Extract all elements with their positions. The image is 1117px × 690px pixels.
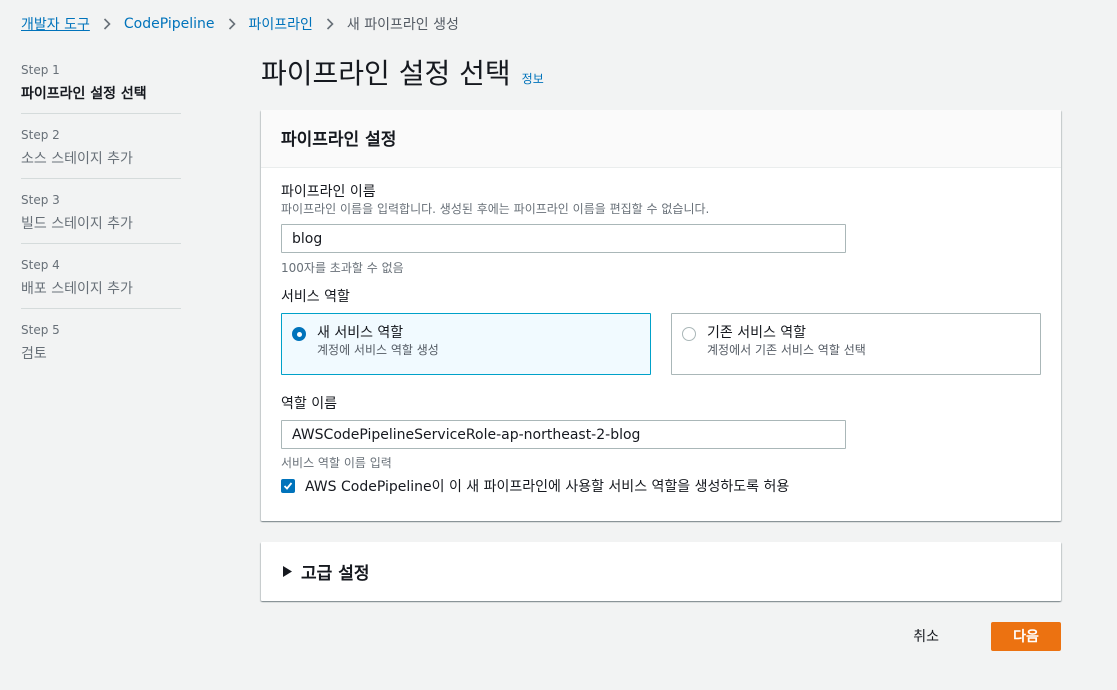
allow-create-role-row: AWS CodePipeline이 이 새 파이프라인에 사용할 서비스 역할을…	[281, 476, 1041, 496]
existing-service-role-tile[interactable]: 기존 서비스 역할 계정에서 기존 서비스 역할 선택	[671, 313, 1041, 375]
step-3: Step 3 빌드 스테이지 추가	[21, 190, 181, 244]
step-label: 배포 스테이지 추가	[21, 281, 133, 297]
info-link[interactable]: 정보	[522, 70, 544, 87]
step-number: Step 2	[21, 128, 60, 142]
step-4: Step 4 배포 스테이지 추가	[21, 255, 181, 309]
new-service-role-tile[interactable]: 새 서비스 역할 계정에 서비스 역할 생성	[281, 313, 651, 375]
step-1: Step 1 파이프라인 설정 선택	[21, 60, 181, 114]
pipeline-name-description: 파이프라인 이름을 입력합니다. 생성된 후에는 파이프라인 이름을 편집할 수…	[281, 202, 710, 216]
allow-create-role-label: AWS CodePipeline이 이 새 파이프라인에 사용할 서비스 역할을…	[305, 479, 790, 495]
step-number: Step 1	[21, 63, 60, 77]
new-role-title: 새 서비스 역할	[317, 325, 404, 341]
existing-role-title: 기존 서비스 역할	[707, 325, 807, 341]
wizard-steps: Step 1 파이프라인 설정 선택 Step 2 소스 스테이지 추가 Ste…	[21, 60, 181, 384]
step-2: Step 2 소스 스테이지 추가	[21, 125, 181, 179]
breadcrumb: 개발자 도구 CodePipeline 파이프라인 새 파이프라인 생성	[21, 14, 459, 34]
pipeline-settings-panel: 파이프라인 설정 파이프라인 이름 파이프라인 이름을 입력합니다. 생성된 후…	[261, 110, 1061, 521]
existing-role-description: 계정에서 기존 서비스 역할 선택	[707, 343, 866, 357]
step-5: Step 5 검토	[21, 320, 181, 373]
breadcrumb-developer-tools[interactable]: 개발자 도구	[21, 14, 90, 34]
step-number: Step 3	[21, 193, 60, 207]
allow-create-role-checkbox[interactable]	[281, 479, 295, 493]
breadcrumb-codepipeline[interactable]: CodePipeline	[124, 16, 215, 32]
role-name-input[interactable]	[281, 420, 846, 449]
advanced-settings-label: 고급 설정	[301, 564, 370, 584]
pipeline-name-constraint: 100자를 초과할 수 없음	[281, 261, 404, 275]
step-number: Step 5	[21, 323, 60, 337]
chevron-right-icon	[228, 18, 236, 30]
step-label: 빌드 스테이지 추가	[21, 216, 133, 232]
panel-body: 파이프라인 이름 파이프라인 이름을 입력합니다. 생성된 후에는 파이프라인 …	[261, 168, 1061, 510]
step-label: 소스 스테이지 추가	[21, 151, 133, 167]
new-role-radio[interactable]	[292, 327, 306, 341]
step-label: 검토	[21, 346, 47, 362]
breadcrumb-current: 새 파이프라인 생성	[346, 17, 459, 33]
page-header: 파이프라인 설정 선택 정보	[261, 52, 544, 92]
advanced-settings-toggle[interactable]: 고급 설정	[261, 542, 1061, 601]
cancel-button[interactable]: 취소	[913, 621, 939, 651]
page-title: 파이프라인 설정 선택	[261, 57, 511, 90]
existing-role-radio[interactable]	[682, 327, 696, 341]
step-label: 파이프라인 설정 선택	[21, 86, 147, 102]
pipeline-name-input[interactable]	[281, 224, 846, 253]
service-role-options: 새 서비스 역할 계정에 서비스 역할 생성 기존 서비스 역할 계정에서 기존…	[281, 313, 1041, 375]
next-button[interactable]: 다음	[991, 621, 1061, 651]
role-name-constraint: 서비스 역할 이름 입력	[281, 456, 392, 470]
breadcrumb-pipelines[interactable]: 파이프라인	[249, 14, 313, 34]
caret-right-icon	[283, 562, 292, 582]
service-role-label: 서비스 역할	[281, 289, 350, 305]
step-number: Step 4	[21, 258, 60, 272]
panel-header: 파이프라인 설정	[261, 110, 1061, 168]
chevron-right-icon	[103, 18, 111, 30]
new-role-description: 계정에 서비스 역할 생성	[317, 343, 439, 357]
chevron-right-icon	[326, 18, 334, 30]
pipeline-name-label: 파이프라인 이름	[281, 184, 376, 200]
advanced-settings-panel: 고급 설정	[261, 542, 1061, 601]
checkmark-icon	[283, 482, 293, 490]
role-name-label: 역할 이름	[281, 396, 337, 412]
wizard-actions: 취소 다음	[913, 621, 1061, 651]
